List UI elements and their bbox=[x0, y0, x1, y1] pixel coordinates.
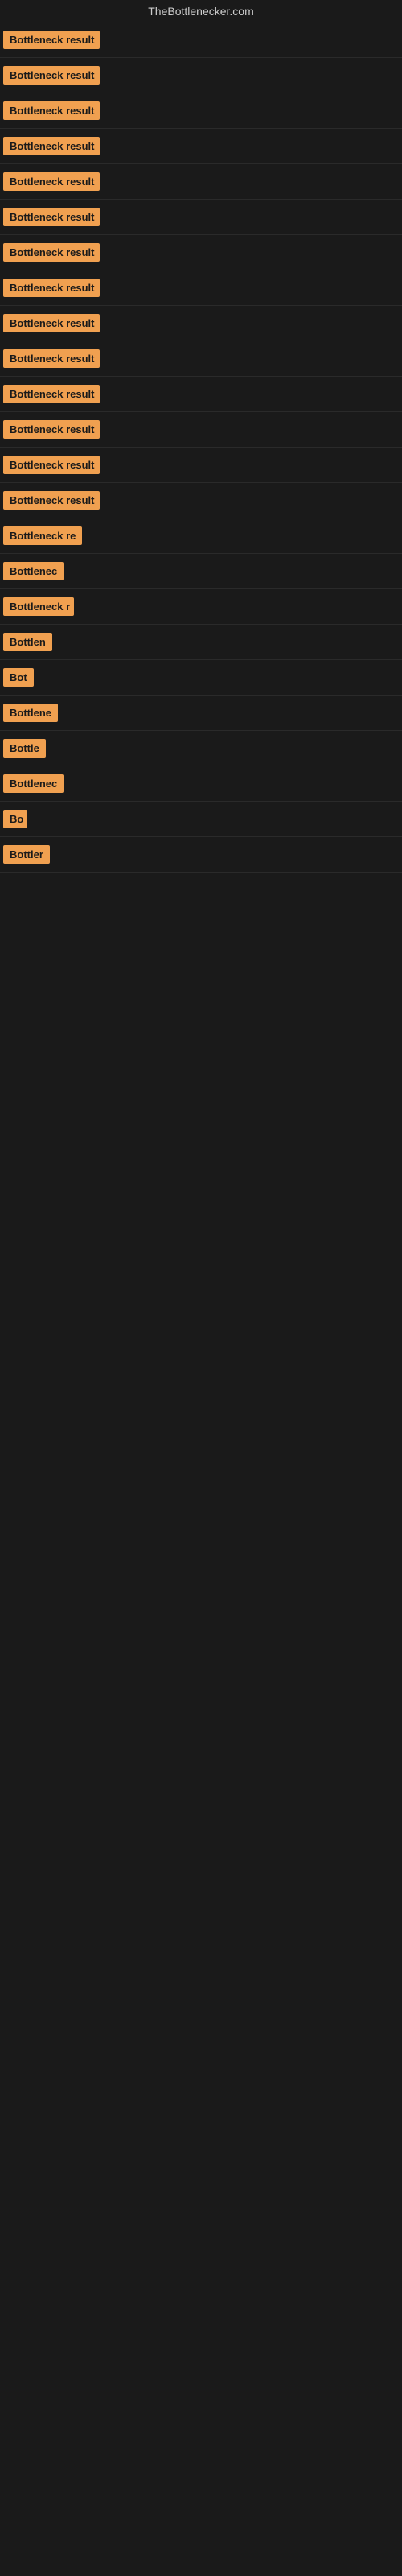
list-item[interactable]: Bottleneck result bbox=[0, 200, 402, 235]
list-item[interactable]: Bottleneck r bbox=[0, 589, 402, 625]
list-item[interactable]: Bot bbox=[0, 660, 402, 696]
list-item[interactable]: Bottleneck result bbox=[0, 448, 402, 483]
list-item[interactable]: Bottlen bbox=[0, 625, 402, 660]
list-item[interactable]: Bo bbox=[0, 802, 402, 837]
bottleneck-badge: Bottleneck re bbox=[3, 526, 82, 545]
bottleneck-badge: Bottleneck result bbox=[3, 101, 100, 120]
bottleneck-badge: Bottleneck result bbox=[3, 349, 100, 368]
list-item[interactable]: Bottleneck re bbox=[0, 518, 402, 554]
bottleneck-badge: Bottleneck result bbox=[3, 279, 100, 297]
bottleneck-badge: Bottleneck result bbox=[3, 420, 100, 439]
bottleneck-badge: Bottler bbox=[3, 845, 50, 864]
list-item[interactable]: Bottleneck result bbox=[0, 377, 402, 412]
site-title: TheBottlenecker.com bbox=[0, 0, 402, 23]
bottleneck-badge: Bottleneck result bbox=[3, 243, 100, 262]
bottleneck-badge: Bottleneck result bbox=[3, 385, 100, 403]
list-item[interactable]: Bottlene bbox=[0, 696, 402, 731]
bottleneck-badge: Bottleneck result bbox=[3, 172, 100, 191]
bottleneck-badge: Bottleneck r bbox=[3, 597, 74, 616]
list-item[interactable]: Bottleneck result bbox=[0, 129, 402, 164]
list-item[interactable]: Bottlenec bbox=[0, 554, 402, 589]
bottleneck-badge: Bottlenec bbox=[3, 562, 64, 580]
bottleneck-badge: Bottleneck result bbox=[3, 456, 100, 474]
bottleneck-badge: Bottlene bbox=[3, 704, 58, 722]
items-list: Bottleneck result Bottleneck result Bottle… bbox=[0, 23, 402, 873]
list-item[interactable]: Bottleneck result bbox=[0, 341, 402, 377]
bottleneck-badge: Bottleneck result bbox=[3, 314, 100, 332]
list-item[interactable]: Bottleneck result bbox=[0, 164, 402, 200]
list-item[interactable]: Bottle bbox=[0, 731, 402, 766]
bottleneck-badge: Bottlenec bbox=[3, 774, 64, 793]
list-item[interactable]: Bottleneck result bbox=[0, 306, 402, 341]
bottleneck-badge: Bottlen bbox=[3, 633, 52, 651]
list-item[interactable]: Bottleneck result bbox=[0, 235, 402, 270]
bottleneck-badge: Bottleneck result bbox=[3, 208, 100, 226]
bottleneck-badge: Bottleneck result bbox=[3, 137, 100, 155]
bottleneck-badge: Bo bbox=[3, 810, 27, 828]
list-item[interactable]: Bottleneck result bbox=[0, 412, 402, 448]
bottleneck-badge: Bot bbox=[3, 668, 34, 687]
list-item[interactable]: Bottlenec bbox=[0, 766, 402, 802]
list-item[interactable]: Bottleneck result bbox=[0, 483, 402, 518]
bottleneck-badge: Bottle bbox=[3, 739, 46, 758]
bottleneck-badge: Bottleneck result bbox=[3, 491, 100, 510]
list-item[interactable]: Bottleneck result bbox=[0, 270, 402, 306]
bottleneck-badge: Bottleneck result bbox=[3, 66, 100, 85]
list-item[interactable]: Bottleneck result bbox=[0, 58, 402, 93]
list-item[interactable]: Bottleneck result bbox=[0, 93, 402, 129]
list-item[interactable]: Bottleneck result bbox=[0, 23, 402, 58]
list-item[interactable]: Bottler bbox=[0, 837, 402, 873]
bottleneck-badge: Bottleneck result bbox=[3, 31, 100, 49]
